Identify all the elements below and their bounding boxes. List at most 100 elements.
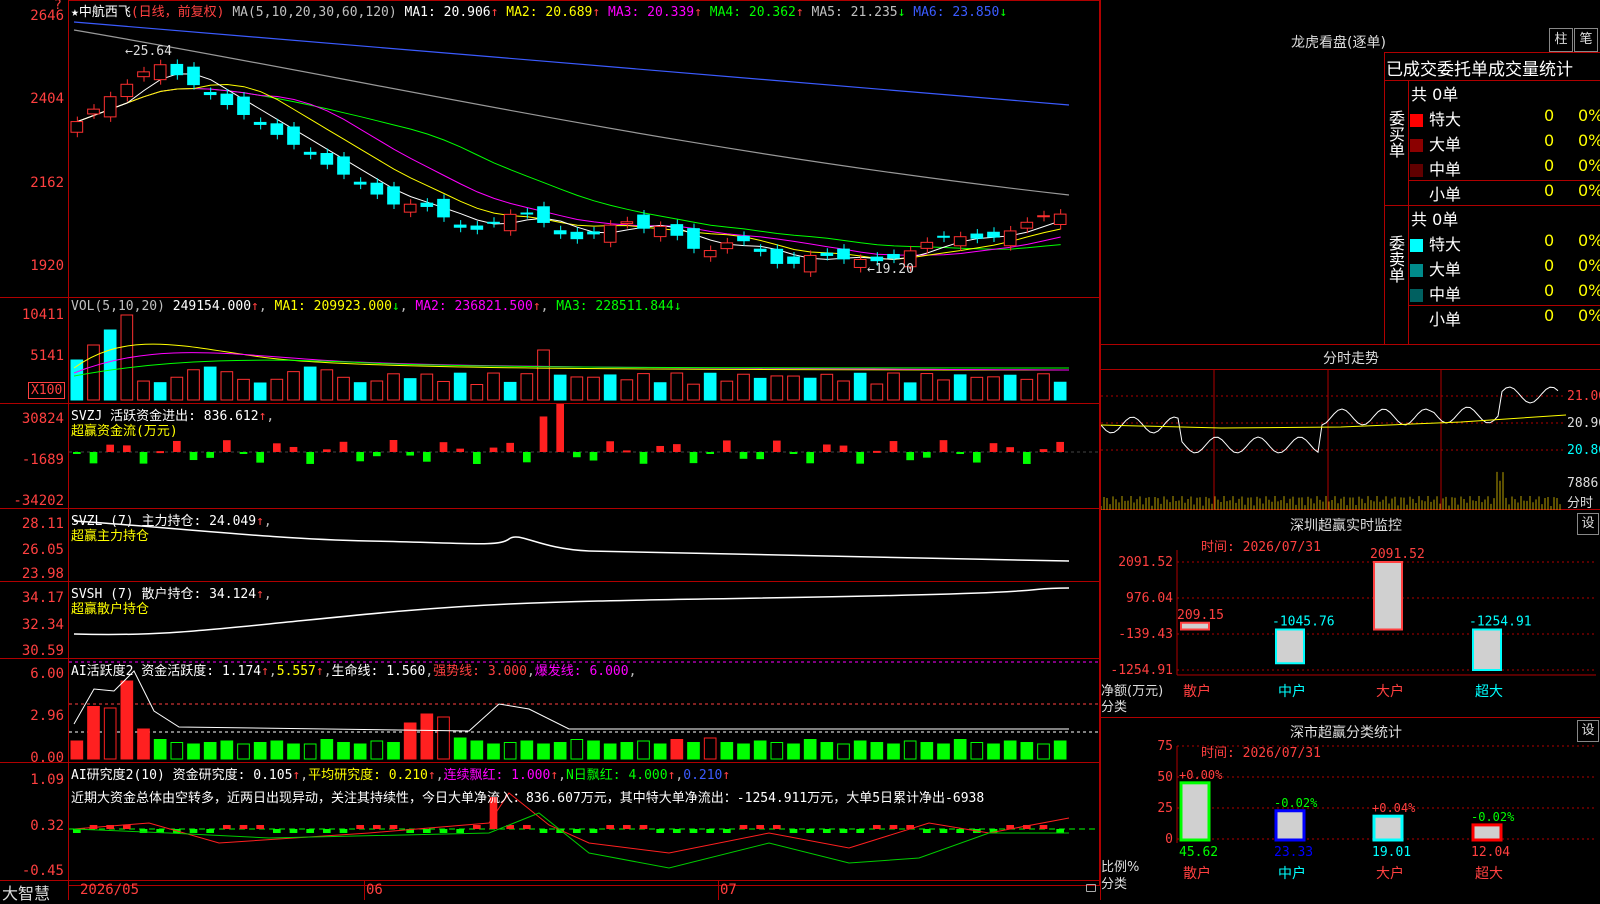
candlestick-chart[interactable] <box>69 0 1099 297</box>
candle <box>337 156 350 175</box>
bar-view-button[interactable]: 柱 <box>1549 28 1573 52</box>
candle <box>170 63 184 76</box>
stats-panel[interactable]: 深市超赢分类统计 设 时间: 2026/07/31 75 50 25 0 +0.00% 4… <box>1100 718 1600 900</box>
volume-bar <box>920 373 934 401</box>
svzl-tick-2: 26.05 <box>21 542 64 558</box>
ai-research-panel[interactable]: AI研究度2(10) 资金研究度: 0.105↑,平均研究度: 0.210↑,连… <box>69 763 1099 880</box>
candle <box>737 235 750 242</box>
activity-bar <box>253 742 267 760</box>
research-bar <box>723 829 731 833</box>
volume-bar <box>420 373 434 401</box>
volume-panel[interactable]: VOL(5,10,20) 249154.000↑, MA1: 209923.00… <box>69 298 1099 403</box>
flow-bar <box>939 440 948 452</box>
sell-row: 特大 0 0% <box>1410 231 1600 255</box>
research-bar <box>789 829 798 833</box>
svzj-tick-2: -1689 <box>21 452 64 468</box>
monitor-panel[interactable]: 深圳超赢实时监控 设 时间: 2026/07/31 2091.52 976.04-… <box>1100 510 1600 718</box>
lhb-title: 龙虎看盘(逐单) <box>1291 35 1386 51</box>
stats-bar-pct: -0.02% <box>1471 810 1515 824</box>
activity-bar <box>970 742 984 760</box>
stats-bar-pct: +0.04% <box>1372 801 1416 815</box>
flow-bar <box>956 452 964 455</box>
flow-bar <box>806 452 814 464</box>
research-bar <box>839 829 848 833</box>
stats-category: 超大 <box>1475 866 1503 882</box>
order-pct: 0% <box>1578 256 1600 275</box>
buy-row: 大单 0 0% <box>1410 131 1600 155</box>
order-pct: 0% <box>1578 231 1600 250</box>
candle <box>570 231 584 240</box>
volume-bar <box>970 376 984 401</box>
monitor-bar-value: -1045.76 <box>1272 615 1335 630</box>
buy-row: 小单 0 0% <box>1410 181 1600 205</box>
activity-bar <box>137 728 150 760</box>
ai1-tick-3: 0.00 <box>30 750 64 766</box>
activity-bar <box>237 743 250 760</box>
ai1-header: AI活跃度2 资金活跃度: 1.174↑,5.557↑,生命线: 1.560,强… <box>71 664 637 679</box>
monitor-bar <box>1373 561 1403 631</box>
candle <box>470 225 484 230</box>
volume-bar <box>1003 374 1017 401</box>
research-bar <box>523 825 531 829</box>
research-bar <box>573 829 581 833</box>
svsh-tick-1: 34.17 <box>21 590 64 606</box>
main-price-panel[interactable]: ★中航西飞(日线，前复权) MA(5,10,20,30,60,120) MA1:… <box>69 0 1099 297</box>
color-swatch <box>1410 264 1423 277</box>
monitor-y-tick: 2091.52 <box>1118 555 1173 570</box>
ai-activity-panel[interactable]: AI活跃度2 资金活跃度: 1.174↑,5.557↑,生命线: 1.560,强… <box>69 659 1099 762</box>
tick-view-button[interactable]: 笔 <box>1574 28 1598 52</box>
volume-bar <box>370 380 384 401</box>
research-bar <box>339 829 348 833</box>
research-bar <box>1056 829 1064 833</box>
candle <box>370 182 384 195</box>
activity-bar <box>403 722 417 760</box>
date-label-jul: 07 <box>720 882 737 898</box>
volume-bar <box>603 374 617 401</box>
stock-name[interactable]: 中航西飞 <box>79 5 131 20</box>
volume-bar <box>220 371 234 401</box>
color-swatch <box>1410 189 1423 202</box>
intraday-chart[interactable] <box>1101 370 1566 510</box>
volume-bar <box>803 377 817 401</box>
lhb-tabs[interactable]: 已成交委托单成交量统计 <box>1386 55 1573 80</box>
activity-bar <box>637 740 650 760</box>
volume-bar <box>520 373 534 401</box>
candle <box>320 153 334 165</box>
candle <box>603 224 617 243</box>
candle <box>520 212 534 215</box>
monitor-bar-chart[interactable]: 2091.52 976.04 -139.43 -1254.91 209.15 散户 -104… <box>1101 510 1600 718</box>
order-size-label: 小单 <box>1429 185 1462 204</box>
price-tick-1: 2646 <box>30 8 64 24</box>
activity-bar <box>153 739 167 760</box>
activity-bar <box>203 742 217 760</box>
intraday-panel[interactable]: 分时走势 21.06 20.96 20.86 7886 分时 <box>1100 345 1600 511</box>
flow-bar <box>139 452 148 464</box>
stats-bar-chart[interactable]: 75 50 25 0 +0.00% 45.62 散户 -0.02% 23.33 中户 +0.04% 1… <box>1101 718 1600 900</box>
volume-bar <box>270 378 284 401</box>
svzl-panel[interactable]: SVZL (7) 主力持仓: 24.049↑, 超赢主力持仓 <box>69 509 1099 581</box>
candle <box>87 108 100 115</box>
candle <box>820 252 834 256</box>
lock-icon[interactable] <box>1086 884 1096 892</box>
ma-value-2: MA2: 20.689 <box>506 5 593 20</box>
svsh-panel[interactable]: SVSH (7) 散户持仓: 34.124↑, 超赢散户持仓 <box>69 582 1099 658</box>
order-size-label: 特大 <box>1429 235 1462 254</box>
volume-bar <box>353 382 367 401</box>
sell-orders-label: 委卖单 <box>1386 235 1405 283</box>
flow-bar <box>906 452 914 461</box>
flow-bar <box>539 416 548 452</box>
volume-bar <box>303 366 317 401</box>
svzj-panel[interactable]: SVZJ 活跃资金进出: 836.612↑, 超赢资金流(万元) <box>69 404 1099 508</box>
ai1-tick-1: 6.00 <box>30 666 64 682</box>
vol-unit[interactable]: X100 <box>28 382 66 399</box>
candle <box>387 186 400 205</box>
flow-bar <box>989 443 998 452</box>
activity-bar <box>503 742 517 760</box>
volume-bar <box>953 374 967 401</box>
flow-bar <box>323 449 331 452</box>
volume-bar <box>787 375 800 401</box>
period-label[interactable]: (日线，前复权) <box>131 5 225 20</box>
activity-bar <box>670 739 684 760</box>
candle <box>120 83 134 98</box>
flow-bar <box>1039 449 1048 452</box>
